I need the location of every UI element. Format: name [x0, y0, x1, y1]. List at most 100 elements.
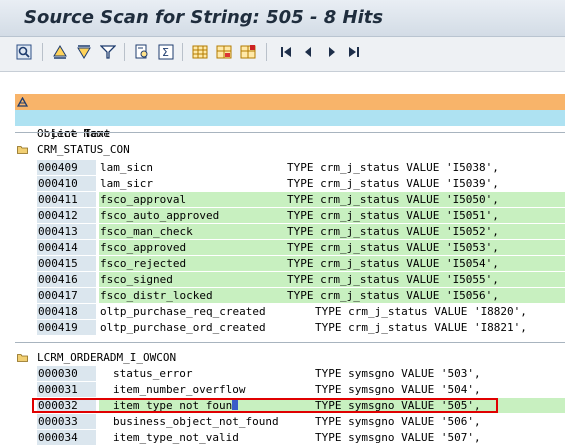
line-number: 000031: [37, 382, 96, 397]
table-row[interactable]: 000033 business_object_not_found TYPE syms…: [15, 414, 565, 430]
line-number: 000416: [37, 272, 96, 287]
declaration: TYPE crm_j_status VALUE 'I5056',: [287, 289, 499, 302]
declaration: TYPE crm_j_status VALUE 'I5050',: [287, 193, 499, 206]
line-number: 000418: [37, 304, 96, 319]
code-line: fsco_distr_locked TYPE crm_j_status VALUE…: [99, 288, 565, 303]
code-line: fsco_man_check TYPE crm_j_status VALUE 'I…: [99, 224, 565, 239]
table-row[interactable]: 000034 item_type_not_valid TYPE symsgno VA…: [15, 430, 565, 446]
line-number: 000409: [37, 160, 96, 175]
highlight-box: [32, 398, 498, 413]
code-line: fsco_approval TYPE crm_j_status VALUE 'I5…: [99, 192, 565, 207]
code-line: fsco_signed TYPE crm_j_status VALUE 'I505…: [99, 272, 565, 287]
sort-descending-icon[interactable]: [74, 42, 94, 62]
identifier: fsco_rejected: [100, 257, 187, 270]
identifier: item_number_overflow: [113, 383, 246, 396]
title-bar: Source Scan for String: 505 - 8 Hits: [0, 0, 565, 37]
line-number: 000033: [37, 414, 96, 429]
line-number: 000413: [37, 224, 96, 239]
declaration: TYPE crm_j_status VALUE 'I5038',: [287, 161, 499, 174]
svg-text:Σ: Σ: [162, 46, 169, 59]
declaration: TYPE crm_j_status VALUE 'I5055',: [287, 273, 499, 286]
toolbar: Σ: [0, 37, 565, 72]
code-line: lam_sicr TYPE crm_j_status VALUE 'I5039',: [99, 176, 565, 191]
group-header[interactable]: CRM_STATUS_CON: [15, 142, 565, 158]
expand-icon[interactable]: [17, 97, 28, 107]
code-line: item_type_not_valid TYPE symsgno VALUE '5…: [99, 430, 565, 445]
line-number: 000415: [37, 256, 96, 271]
sort-ascending-icon[interactable]: [50, 42, 70, 62]
table-row[interactable]: 000418 oltp_purchase_req_created TYPE crm_…: [15, 304, 565, 320]
filter-icon[interactable]: [98, 42, 118, 62]
declaration: TYPE crm_j_status VALUE 'I5051',: [287, 209, 499, 222]
table-row[interactable]: 000415 fsco_rejected TYPE crm_j_status VAL…: [15, 256, 565, 272]
table-row[interactable]: 000414 fsco_approved TYPE crm_j_status VAL…: [15, 240, 565, 256]
line-number: 000030: [37, 366, 96, 381]
folder-icon: [17, 354, 28, 362]
code-line: lam_sicn TYPE crm_j_status VALUE 'I5038',: [99, 160, 565, 175]
identifier: lam_sicr: [100, 177, 153, 190]
identifier: lam_sicn: [100, 161, 153, 174]
divider: [15, 132, 565, 133]
group-name: LCRM_ORDERADM_I_OWCON: [37, 351, 177, 364]
layout-icon[interactable]: [190, 42, 210, 62]
line-number: 000034: [37, 430, 96, 445]
table-row[interactable]: 000417 fsco_distr_locked TYPE crm_j_status…: [15, 288, 565, 304]
group-header[interactable]: LCRM_ORDERADM_I_OWCON: [15, 350, 565, 366]
column-header-line-text[interactable]: Line Text: [15, 110, 565, 140]
group-name: CRM_STATUS_CON: [37, 143, 130, 156]
window-title: Source Scan for String: 505 - 8 Hits: [24, 7, 384, 28]
column-header-object-name[interactable]: Object Name: [15, 94, 565, 140]
table-row[interactable]: 000416 fsco_signed TYPE crm_j_status VALUE…: [15, 272, 565, 288]
identifier: oltp_purchase_ord_created: [100, 321, 266, 334]
code-line: fsco_rejected TYPE crm_j_status VALUE 'I5…: [99, 256, 565, 271]
table-row[interactable]: 000411 fsco_approval TYPE crm_j_status VAL…: [15, 192, 565, 208]
identifier: fsco_approved: [100, 241, 187, 254]
line-number: 000411: [37, 192, 96, 207]
identifier: fsco_approval: [100, 193, 187, 206]
line-number: 000417: [37, 288, 96, 303]
identifier: fsco_auto_approved: [100, 209, 220, 222]
declaration: TYPE crm_j_status VALUE 'I5039',: [287, 177, 499, 190]
next-page-icon[interactable]: [322, 42, 342, 62]
save-layout-icon[interactable]: [238, 42, 258, 62]
table-row[interactable]: 000412 fsco_auto_approved TYPE crm_j_statu…: [15, 208, 565, 224]
line-number: 000414: [37, 240, 96, 255]
code-line: item_number_overflow TYPE symsgno VALUE '…: [99, 382, 565, 397]
line-number: 000412: [37, 208, 96, 223]
last-page-icon[interactable]: [344, 42, 364, 62]
divider: [15, 342, 565, 343]
declaration: TYPE symsgno VALUE '506',: [315, 415, 481, 428]
declaration: TYPE symsgno VALUE '503',: [315, 367, 481, 380]
sum-icon[interactable]: Σ: [156, 42, 176, 62]
previous-page-icon[interactable]: [298, 42, 318, 62]
line-text-label: Line Text: [51, 127, 111, 140]
folder-icon: [17, 146, 28, 154]
identifier: business_object_not_found: [113, 415, 279, 428]
table-row[interactable]: 000410 lam_sicr TYPE crm_j_status VALUE 'I…: [15, 176, 565, 192]
identifier: fsco_signed: [100, 273, 173, 286]
code-line: oltp_purchase_req_created TYPE crm_j_stat…: [99, 304, 565, 319]
code-line: status_error TYPE symsgno VALUE '503',: [99, 366, 565, 381]
result-list: Object Name Line Text CRM_STATUS_CON 0004…: [0, 72, 565, 446]
details-icon[interactable]: [14, 42, 34, 62]
table-row[interactable]: 000419 oltp_purchase_ord_created TYPE crm_…: [15, 320, 565, 336]
print-preview-icon[interactable]: [132, 42, 152, 62]
table-row[interactable]: 000413 fsco_man_check TYPE crm_j_status VA…: [15, 224, 565, 240]
declaration: TYPE crm_j_status VALUE 'I8820',: [315, 305, 527, 318]
line-number: 000419: [37, 320, 96, 335]
code-line: fsco_approved TYPE crm_j_status VALUE 'I5…: [99, 240, 565, 255]
declaration: TYPE crm_j_status VALUE 'I8821',: [315, 321, 527, 334]
first-page-icon[interactable]: [276, 42, 296, 62]
identifier: fsco_distr_locked: [100, 289, 213, 302]
choose-layout-icon[interactable]: [214, 42, 234, 62]
declaration: TYPE crm_j_status VALUE 'I5054',: [287, 257, 499, 270]
code-line: fsco_auto_approved TYPE crm_j_status VALU…: [99, 208, 565, 223]
line-number: 000410: [37, 176, 96, 191]
table-row[interactable]: 000409 lam_sicn TYPE crm_j_status VALUE 'I…: [15, 160, 565, 176]
table-row[interactable]: 000030 status_error TYPE symsgno VALUE '50…: [15, 366, 565, 382]
declaration: TYPE crm_j_status VALUE 'I5053',: [287, 241, 499, 254]
declaration: TYPE symsgno VALUE '507',: [315, 431, 481, 444]
identifier: item_type_not_valid: [113, 431, 239, 444]
identifier: oltp_purchase_req_created: [100, 305, 266, 318]
table-row[interactable]: 000031 item_number_overflow TYPE symsgno V…: [15, 382, 565, 398]
